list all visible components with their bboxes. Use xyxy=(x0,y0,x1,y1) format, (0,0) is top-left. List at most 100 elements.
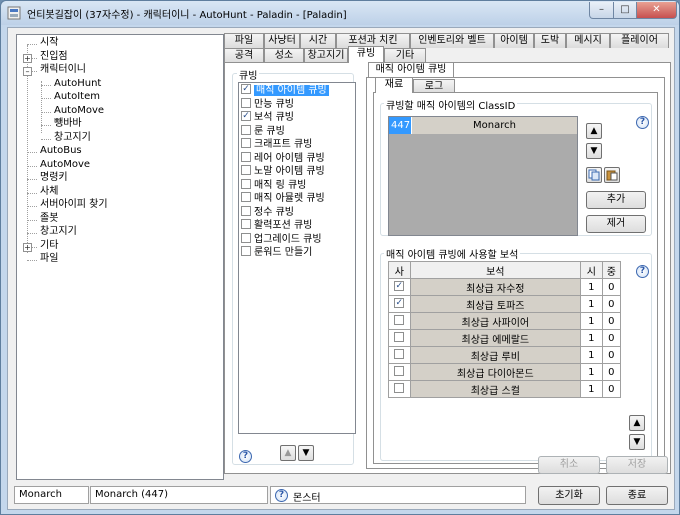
cubing-list-item[interactable]: 룬 큐빙 xyxy=(241,124,285,139)
checkbox[interactable] xyxy=(241,219,251,229)
tree-item[interactable]: AutoItem xyxy=(54,91,100,104)
tree-item[interactable]: AutoHunt xyxy=(54,78,101,91)
help-icon-classid[interactable]: ? xyxy=(636,116,649,129)
tree-item[interactable]: 기타 xyxy=(40,240,58,253)
tree-item[interactable]: 명령키 xyxy=(40,172,68,185)
gem-checkbox[interactable]: ✓ xyxy=(394,280,405,291)
tab-row1-item[interactable]: 인벤토리와 벨트 xyxy=(410,33,494,48)
checkbox[interactable] xyxy=(241,97,251,108)
gem-row[interactable]: ✓ 최상급 토파즈 1 0 xyxy=(388,295,622,313)
gem-start-value[interactable]: 1 xyxy=(580,278,603,296)
gem-row[interactable]: 최상급 루비 1 0 xyxy=(388,346,622,364)
tree-item[interactable]: 사체 xyxy=(40,186,58,199)
gem-use-cell[interactable]: ✓ xyxy=(388,295,411,313)
move-up-button[interactable]: ▲ xyxy=(280,445,296,461)
close-button[interactable]: ✕ xyxy=(637,2,677,19)
tree-item[interactable]: AutoBus xyxy=(40,145,82,158)
gem-start-value[interactable]: 1 xyxy=(580,295,603,313)
tab-row1-item[interactable]: 파일 xyxy=(224,33,264,48)
navigation-tree[interactable]: 시작 + 진입점 – 캐릭터이니 AutoHunt AutoItem AutoMove 뺑바바 창… xyxy=(16,34,224,480)
cubing-list-item[interactable]: 크래프트 큐빙 xyxy=(241,138,312,152)
gem-start-value[interactable]: 1 xyxy=(580,312,603,330)
gem-row[interactable]: 최상급 사파이어 1 0 xyxy=(388,312,622,330)
checkbox[interactable] xyxy=(241,192,251,202)
cubing-list-item[interactable]: ✓ 매직 아이템 큐빙 xyxy=(241,84,329,98)
gem-mid-value[interactable]: 0 xyxy=(601,363,622,381)
tree-item[interactable]: 진입점 xyxy=(40,51,68,64)
gem-row[interactable]: 최상급 다이아몬드 1 0 xyxy=(388,363,622,381)
tree-item[interactable]: AutoMove xyxy=(40,159,90,172)
save-button[interactable]: 저장 xyxy=(606,456,668,474)
tree-item[interactable]: 졸봇 xyxy=(40,213,58,226)
gem-start-value[interactable]: 1 xyxy=(580,363,603,381)
gem-up-button[interactable]: ▲ xyxy=(629,415,645,431)
tree-expander-icon[interactable]: – xyxy=(23,67,32,76)
cubing-list-item[interactable]: 매직 아뮬렛 큐빙 xyxy=(241,192,325,206)
maximize-button[interactable]: □ xyxy=(614,2,637,19)
gem-row[interactable]: ✓ 최상급 자수정 1 0 xyxy=(388,278,622,296)
checkbox[interactable] xyxy=(241,178,251,189)
gem-use-cell[interactable]: ✓ xyxy=(388,278,411,296)
tab-row2-item[interactable]: 기타 xyxy=(384,48,426,63)
gem-down-button[interactable]: ▼ xyxy=(629,434,645,450)
tree-expander-icon[interactable]: + xyxy=(23,242,32,252)
gem-checkbox[interactable]: ✓ xyxy=(394,297,405,308)
tree-item[interactable]: 서버아이피 찾기 xyxy=(40,199,108,212)
tree-item[interactable]: 시작 xyxy=(40,37,58,50)
tab-row2-item[interactable]: 창고지기 xyxy=(304,48,348,63)
subtab-materials[interactable]: 재료 xyxy=(375,77,413,93)
remove-button[interactable]: 제거 xyxy=(586,215,646,233)
subtab-log[interactable]: 로그 xyxy=(413,79,455,93)
gem-start-value[interactable]: 1 xyxy=(580,329,603,347)
gem-mid-value[interactable]: 0 xyxy=(601,295,622,313)
gem-row[interactable]: 최상급 에메랄드 1 0 xyxy=(388,329,622,347)
checkbox[interactable] xyxy=(241,205,251,216)
cubing-list-item[interactable]: 매직 링 큐빙 xyxy=(241,178,306,193)
gem-start-value[interactable]: 1 xyxy=(580,346,603,364)
tab-row1-item[interactable]: 아이템 xyxy=(494,33,534,48)
move-down-button[interactable]: ▼ xyxy=(298,445,314,461)
tree-item[interactable]: 캐릭터이니 xyxy=(40,64,86,77)
gem-checkbox[interactable] xyxy=(394,331,405,342)
gem-mid-value[interactable]: 0 xyxy=(601,329,622,347)
gem-use-cell[interactable] xyxy=(388,329,411,347)
gem-column-header[interactable]: 중 xyxy=(601,261,622,279)
cancel-button[interactable]: 취소 xyxy=(538,456,600,474)
gem-mid-value[interactable]: 0 xyxy=(601,380,622,398)
gem-row[interactable]: 최상급 스컬 1 0 xyxy=(388,380,622,398)
paste-button[interactable] xyxy=(604,167,620,183)
gem-checkbox[interactable] xyxy=(394,348,405,359)
cubing-list-item[interactable]: 레어 아이템 큐빙 xyxy=(241,151,325,166)
checkbox[interactable] xyxy=(241,246,251,256)
class-id-row[interactable]: 447 Monarch xyxy=(389,117,577,134)
gem-checkbox[interactable] xyxy=(394,382,405,393)
gem-checkbox[interactable] xyxy=(394,314,405,325)
cubing-list-item[interactable]: 노말 아이템 큐빙 xyxy=(241,165,325,179)
tab-row1-item[interactable]: 도박 xyxy=(534,33,566,48)
gem-mid-value[interactable]: 0 xyxy=(601,312,622,330)
gem-use-cell[interactable] xyxy=(388,380,411,398)
tab-magic-item-cubing[interactable]: 매직 아이템 큐빙 xyxy=(368,62,454,77)
reset-button[interactable]: 초기화 xyxy=(538,486,600,505)
checkbox[interactable] xyxy=(241,165,251,175)
gem-column-header[interactable]: 시 xyxy=(580,261,603,279)
cubing-list-item[interactable]: 활력포션 큐빙 xyxy=(241,219,312,233)
gem-use-cell[interactable] xyxy=(388,346,411,364)
cubing-list-item[interactable]: 정수 큐빙 xyxy=(241,205,294,220)
tree-item[interactable]: 창고지기 xyxy=(54,132,91,145)
title-bar[interactable]: 언티봇길잡이 (37자수정) - 캐릭터이니 - AutoHunt - Pala… xyxy=(1,1,679,25)
tab-row1-item[interactable]: 메시지 xyxy=(566,33,610,48)
tab-row2-item[interactable]: 공격 xyxy=(224,48,264,63)
tab-row2-item[interactable]: 성소 xyxy=(264,48,304,63)
gem-use-cell[interactable] xyxy=(388,363,411,381)
tab-row1-item[interactable]: 플레이어 xyxy=(610,33,669,48)
tab-row2-item[interactable]: 큐빙 xyxy=(348,46,384,63)
class-up-button[interactable]: ▲ xyxy=(586,123,602,139)
tree-item[interactable]: 창고지기 xyxy=(40,226,77,239)
tree-expander-icon[interactable]: + xyxy=(23,53,32,63)
cubing-list-item[interactable]: 만능 큐빙 xyxy=(241,97,294,112)
help-icon[interactable]: ? xyxy=(239,450,252,463)
cubing-list-item[interactable]: ✓ 보석 큐빙 xyxy=(241,111,294,125)
gem-mid-value[interactable]: 0 xyxy=(601,278,622,296)
class-down-button[interactable]: ▼ xyxy=(586,143,602,159)
